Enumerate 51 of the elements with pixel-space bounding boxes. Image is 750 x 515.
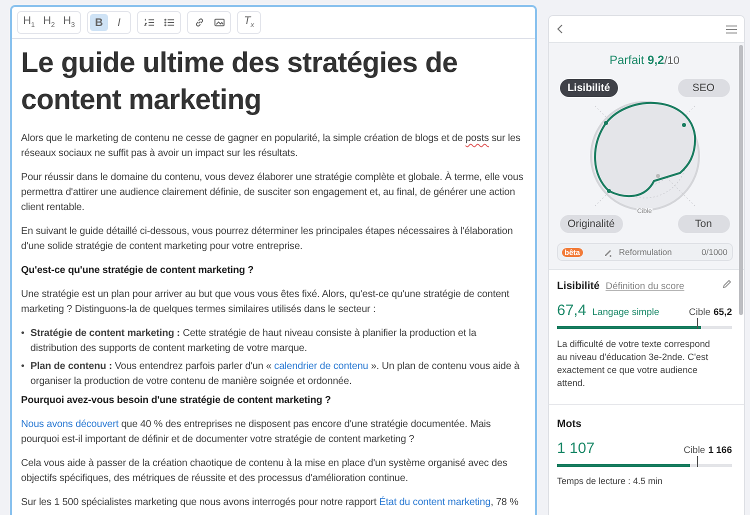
bullet: • xyxy=(21,360,24,374)
category-tab[interactable]: SEO xyxy=(678,79,730,97)
h3-button[interactable]: H$_{3}$ xyxy=(60,14,78,31)
bold-button[interactable]: B xyxy=(90,14,108,31)
paragraph: Sur les 1 500 spécialistes marketing que nous avons interrogés pour notre rapport État du content marketing, 78 % xyxy=(21,495,520,510)
section-title: Lisibilité xyxy=(557,280,600,292)
target-value: 65,2 xyxy=(714,307,732,318)
section-heading: Pourquoi avez-vous besoin d'une stratégie de content marketing ? xyxy=(21,394,332,408)
pen-sparkle-icon xyxy=(602,247,613,257)
rephrase-count: 0/1000 xyxy=(702,247,728,257)
image-icon xyxy=(214,17,224,28)
readability-description: La difficulté de votre texte correspond au niveau d'éducation 3e-2nde. C'est exactement ce que votre audience attend. xyxy=(557,338,712,390)
category-tab[interactable]: Lisibilité xyxy=(560,79,618,97)
readability-verdict: Langage simple xyxy=(592,307,660,318)
word-count: 1 107 xyxy=(557,440,595,457)
list-item: Stratégie de content marketing : Cette stratégie de haut niveau consiste à planifier la production et la distribution des supports de content marketing de votre marque. xyxy=(30,327,478,356)
readability-score: 67,4 xyxy=(557,302,586,319)
category-tab[interactable]: Ton xyxy=(678,215,730,233)
numbered-list-icon xyxy=(144,17,154,28)
target-value: 1 166 xyxy=(708,445,732,456)
article-title: Le guide ultime des stratégies de content marketing xyxy=(21,46,459,118)
paragraph: Nous avons découvert que 40 % des entreprises ne disposent pas encore d'une stratégie documentée. Mais pourquoi est-il important de définir et de documenter votre stratégie de content marketing ? xyxy=(21,418,492,447)
paragraph: Cela vous aide à passer de la création chaotique de contenu à la mise en place d'un système organisé avec des objectifs spécifiques, des métriques de réussite et des processus d'amélioration continue. xyxy=(21,457,508,486)
list-item: Plan de contenu : Vous entendrez parfois parler d'un « calendrier de contenu ». Un plan de contenu vous aide à organiser la production de votre contenu de manière soignée et ordonnée. xyxy=(30,360,520,389)
rephrase-label: Reformulation xyxy=(618,247,672,257)
paragraph: Une stratégie est un plan pour arriver au but que vous vous êtes fixé. Alors, qu'est-ce qu'une stratégie de content marketing ? Distinguons-la de quelques termes similaires utilisés dans le secteur : xyxy=(21,288,510,317)
back-chevron-icon[interactable] xyxy=(556,24,564,34)
section-heading: Qu'est-ce qu'une stratégie de content marketing ? xyxy=(21,264,255,278)
category-tab[interactable]: Originalité xyxy=(560,215,623,233)
bullet: • xyxy=(21,327,24,341)
clear-format-button[interactable]: T$_{x}$ xyxy=(240,14,258,31)
h1-button[interactable]: H$_{1}$ xyxy=(20,14,38,31)
menu-icon[interactable] xyxy=(726,24,737,34)
edit-icon[interactable] xyxy=(722,279,732,289)
link-icon xyxy=(194,17,204,28)
h2-button[interactable]: H$_{2}$ xyxy=(40,14,58,31)
inline-link[interactable]: Nous avons découvert xyxy=(21,419,119,430)
target-label: Cible xyxy=(688,307,710,318)
overall-score: Parfait 9,2/10 xyxy=(609,53,680,67)
paragraph: Alors que le marketing de contenu ne cesse de gagner en popularité, la simple création de blogs et de posts sur les réseaux sociaux ne suffit pas à avoir un impact sur les résultats. xyxy=(21,132,522,161)
target-label: Cible xyxy=(684,445,706,456)
inline-link[interactable]: calendrier de contenu xyxy=(274,361,368,372)
section-title: Mots xyxy=(557,418,582,430)
paragraph: Pour réussir dans le domaine du contenu, vous devez élaborer une stratégie complète et globale. À terme, elle vous permettra d'attirer une audience clairement définie, de susciter son engagement et, au final, de générer une action client rentable. xyxy=(21,170,524,215)
bullet-list-icon xyxy=(164,17,174,28)
reading-time: Temps de lecture : 4.5 min xyxy=(557,476,664,486)
paragraph: En suivant le guide détaillé ci-dessous, vous pourrez déterminer les principales étapes nécessaires à l'élaboration d'une solide stratégie de content marketing pour votre entreprise. xyxy=(21,225,514,254)
inline-link[interactable]: État du content marketing xyxy=(379,497,491,508)
score-definition-link[interactable]: Définition du score xyxy=(606,281,684,292)
scrollbar[interactable] xyxy=(739,45,743,315)
italic-button[interactable]: I xyxy=(110,14,128,31)
